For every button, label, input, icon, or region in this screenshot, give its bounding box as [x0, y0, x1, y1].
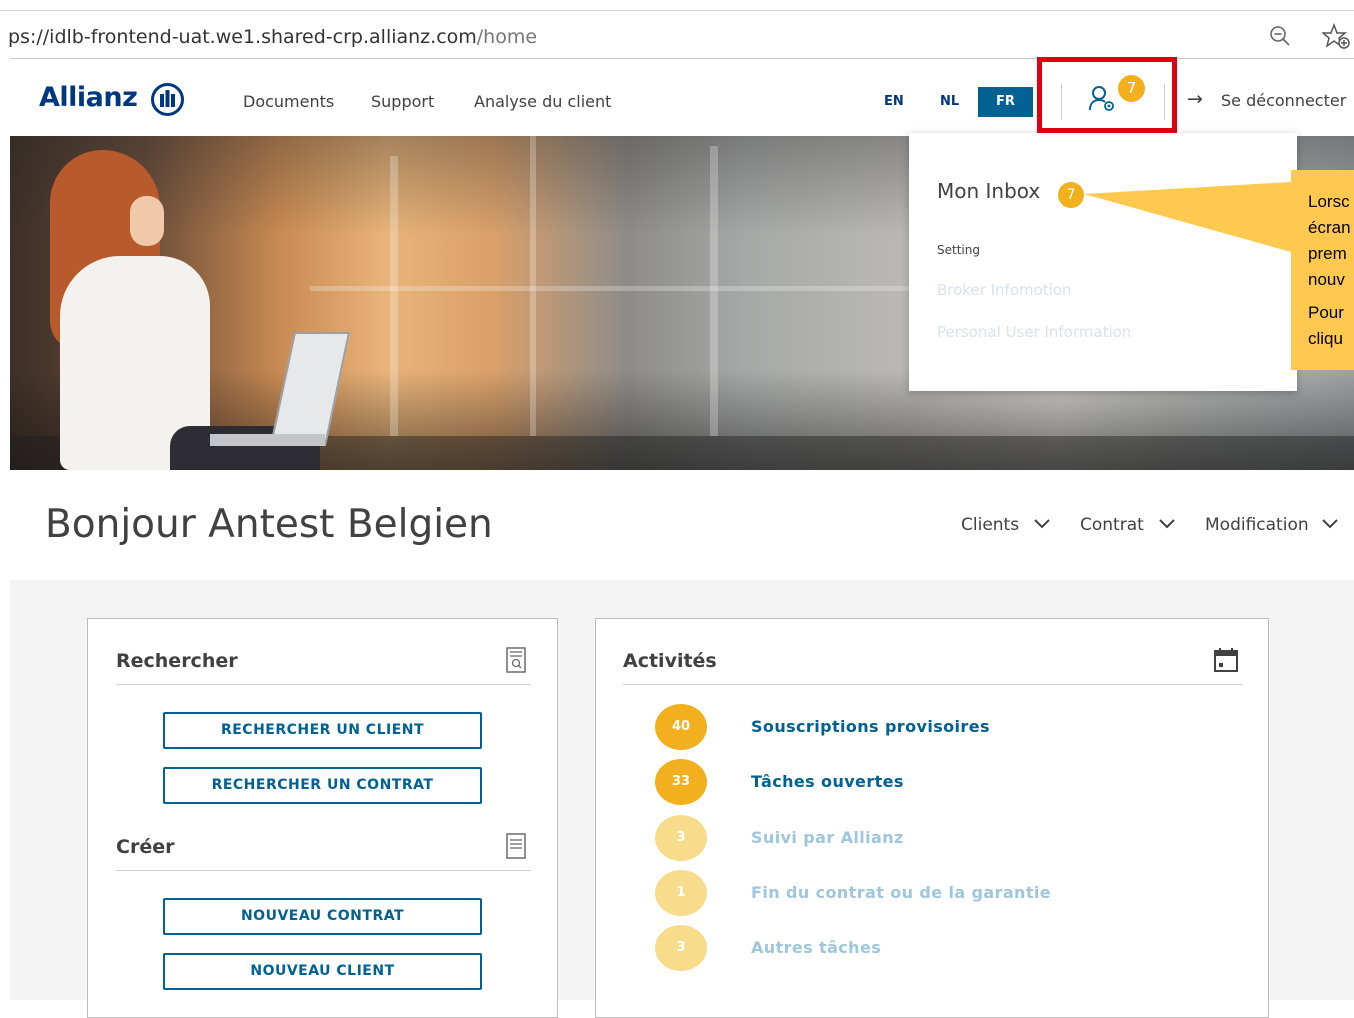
highlight-box [1037, 57, 1177, 133]
callout-pointer [1084, 182, 1291, 252]
chevron-down-icon [1158, 514, 1176, 534]
hero-window-frame [310, 286, 1010, 291]
activity-count-badge[interactable]: 33 [655, 759, 707, 805]
activity-suivi-link[interactable]: Suivi par Allianz [751, 828, 904, 847]
url-path: /home [476, 26, 538, 48]
card-divider [116, 870, 531, 871]
nav-support[interactable]: Support [371, 92, 434, 111]
document-icon [506, 833, 526, 863]
calendar-icon[interactable] [1213, 647, 1239, 677]
nav-documents[interactable]: Documents [243, 92, 334, 111]
allianz-logo-text[interactable]: Allianz [39, 82, 138, 113]
hero-window-frame [710, 146, 718, 436]
new-contract-button[interactable]: NOUVEAU CONTRAT [163, 898, 482, 935]
callout-line: nouv [1308, 270, 1345, 289]
callout-line: écran [1308, 218, 1351, 237]
setting-heading: Setting [937, 243, 980, 257]
search-title: Rechercher [116, 650, 238, 672]
lang-fr[interactable]: FR [978, 87, 1033, 117]
lang-nl[interactable]: NL [940, 94, 959, 109]
activity-count-badge[interactable]: 3 [655, 815, 707, 861]
create-title: Créer [116, 836, 175, 858]
url-host: ps://idlb-frontend-uat.we1.shared-crp.al… [8, 26, 477, 48]
card-divider [116, 684, 531, 685]
search-document-icon [506, 647, 526, 677]
personal-user-information-link[interactable]: Personal User Information [937, 323, 1131, 341]
page-title: Bonjour Antest Belgien [45, 502, 493, 547]
instruction-callout: Lorsc écran prem nouv Pour cliqu [1291, 170, 1354, 370]
favorite-star-icon[interactable] [1320, 22, 1352, 55]
card-divider [623, 684, 1242, 685]
activity-autres-link[interactable]: Autres tâches [751, 938, 881, 957]
chevron-down-icon [1321, 514, 1339, 534]
broker-information-link[interactable]: Broker Infomotion [937, 281, 1072, 299]
callout-line: Lorsc [1308, 192, 1350, 211]
chevron-down-icon [1033, 514, 1051, 534]
new-client-button[interactable]: NOUVEAU CLIENT [163, 953, 482, 990]
contrat-menu-label: Contrat [1080, 515, 1144, 535]
contrat-menu[interactable]: Contrat [1080, 514, 1176, 535]
browser-address-bar: ps://idlb-frontend-uat.we1.shared-crp.al… [0, 0, 1354, 62]
logout-link[interactable]: Se déconnecter [1221, 91, 1346, 110]
activity-count-badge[interactable]: 3 [655, 925, 707, 971]
activity-taches-link[interactable]: Tâches ouvertes [751, 772, 904, 791]
activity-souscriptions-link[interactable]: Souscriptions provisoires [751, 717, 990, 736]
search-client-button[interactable]: RECHERCHER UN CLIENT [163, 712, 482, 749]
hero-person-face [130, 196, 164, 246]
activity-fin-contrat-link[interactable]: Fin du contrat ou de la garantie [751, 883, 1051, 902]
hero-window-frame [390, 156, 398, 436]
activities-title: Activités [623, 650, 717, 672]
search-create-card: Rechercher RECHERCHER UN CLIENT RECHERCH… [87, 618, 558, 1018]
modification-menu[interactable]: Modification [1205, 514, 1339, 535]
clients-menu[interactable]: Clients [961, 514, 1051, 535]
lang-en[interactable]: EN [884, 94, 904, 109]
callout-line: Pour [1308, 303, 1344, 322]
callout-line: cliqu [1308, 329, 1343, 348]
inbox-link[interactable]: Mon Inbox [937, 179, 1040, 203]
browser-top-border [0, 10, 1354, 11]
hero-laptop-base [210, 434, 325, 446]
allianz-logo-icon[interactable] [151, 83, 184, 116]
address-url[interactable]: ps://idlb-frontend-uat.we1.shared-crp.al… [8, 26, 537, 48]
search-contract-button[interactable]: RECHERCHER UN CONTRAT [163, 767, 482, 804]
activity-count-badge[interactable]: 40 [655, 704, 707, 750]
logout-arrow-icon[interactable]: → [1187, 88, 1203, 110]
callout-line: prem [1308, 244, 1347, 263]
clients-menu-label: Clients [961, 515, 1020, 535]
activity-count-badge[interactable]: 1 [655, 870, 707, 916]
modification-menu-label: Modification [1205, 515, 1309, 535]
zoom-out-icon[interactable] [1268, 24, 1292, 52]
nav-analyse-client[interactable]: Analyse du client [474, 92, 611, 111]
hero-laptop-screen [269, 332, 351, 446]
activities-card: Activités 40 Souscriptions provisoires 3… [595, 618, 1269, 1018]
